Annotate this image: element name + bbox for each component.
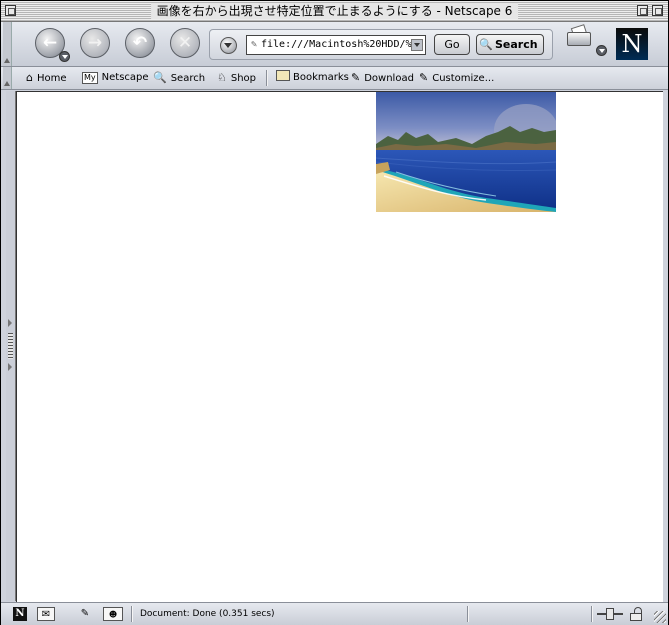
folder-icon — [276, 70, 290, 81]
expand-sidebar-icon[interactable] — [8, 319, 12, 327]
resize-grip-icon[interactable] — [654, 611, 666, 623]
toolbar-item-search[interactable]: 🔍 Search — [153, 70, 205, 86]
toolbar-item-customize[interactable]: ✎ Customize... — [419, 70, 494, 86]
status-separator — [467, 606, 469, 622]
url-bar-group: ✎ file:///Macintosh%20HDD/%9 Go 🔍 Search — [209, 29, 553, 60]
window-title: 画像を右から出現させ特定位置で止まるようにする - Netscape 6 — [150, 3, 519, 19]
search-button[interactable]: 🔍 Search — [476, 34, 544, 55]
search-icon: 🔍 — [153, 71, 167, 84]
personal-toolbar-grip[interactable] — [3, 67, 12, 89]
url-history-dropdown-icon[interactable] — [411, 39, 423, 51]
reload-button[interactable]: ↶ — [125, 28, 155, 58]
back-history-dropdown-icon[interactable] — [59, 51, 70, 62]
forward-arrow-icon: → — [87, 33, 103, 53]
toolbar-grip[interactable] — [3, 22, 12, 66]
back-arrow-icon: ← — [42, 33, 58, 53]
beach-scene — [376, 92, 556, 212]
close-box-icon[interactable] — [5, 5, 16, 16]
aim-icon[interactable]: ☻ — [103, 607, 123, 621]
netscape-n-icon[interactable]: N — [13, 607, 27, 621]
page-content — [16, 91, 663, 602]
go-button[interactable]: Go — [434, 34, 470, 55]
toolbar-item-download-label: Download — [364, 73, 414, 84]
shop-icon: ♘ — [217, 71, 227, 84]
online-status-icon[interactable] — [597, 608, 623, 620]
browser-window: 画像を右から出現させ特定位置で止まるようにする - Netscape 6 ← →… — [0, 0, 669, 625]
magnifier-icon: 🔍 — [479, 38, 493, 51]
printer-icon — [567, 32, 591, 46]
window-right-edge — [663, 91, 668, 601]
bookmark-page-icon: ✎ — [419, 71, 429, 84]
search-button-label: Search — [495, 38, 538, 51]
toolbar-item-netscape-label: Netscape — [101, 72, 149, 83]
toolbar-item-netscape[interactable]: My Netscape — [82, 70, 149, 86]
toolbar-item-bookmarks-label: Bookmarks — [293, 72, 349, 83]
bookmark-page-icon: ✎ — [351, 71, 361, 84]
mail-icon[interactable]: ✉ — [37, 607, 55, 621]
status-separator — [131, 606, 133, 622]
toolbar-item-shop[interactable]: ♘ Shop — [217, 70, 256, 86]
toolbar-item-customize-label: Customize... — [432, 73, 495, 84]
status-text: Document: Done (0.351 secs) — [140, 609, 275, 619]
print-dropdown-icon[interactable] — [596, 45, 607, 56]
zoom-box-icon[interactable] — [637, 5, 648, 16]
url-text: file:///Macintosh%20HDD/%9 — [261, 39, 418, 50]
toolbar-item-shop-label: Shop — [230, 73, 257, 84]
toolbar-item-bookmarks[interactable]: Bookmarks — [276, 70, 349, 86]
stop-button[interactable]: ✕ — [170, 28, 200, 58]
navigation-toolbar: ← → ↶ ✕ ✎ file:///Macintosh%20HDD/%9 Go 🔍… — [1, 22, 668, 67]
status-separator — [591, 606, 593, 622]
reload-icon: ↶ — [132, 33, 148, 53]
netscape-logo[interactable]: N — [616, 28, 648, 60]
url-menu-button[interactable] — [220, 37, 237, 54]
title-bar[interactable]: 画像を右から出現させ特定位置で止まるようにする - Netscape 6 — [1, 1, 668, 22]
beach-image — [376, 92, 556, 212]
forward-button[interactable]: → — [80, 28, 110, 58]
personal-toolbar: ⌂ Home My Netscape 🔍 Search ♘ Shop Bookmarks… — [1, 67, 668, 90]
toolbar-item-download[interactable]: ✎ Download — [351, 70, 414, 86]
toolbar-item-home-label: Home — [36, 73, 67, 84]
sidebar-splitter[interactable] — [6, 91, 16, 601]
toolbar-item-search-label: Search — [170, 73, 206, 84]
my-netscape-icon: My — [82, 72, 98, 84]
page-proxy-icon[interactable]: ✎ — [247, 36, 261, 54]
composer-icon[interactable]: ✎ — [75, 607, 95, 621]
print-button[interactable] — [567, 24, 591, 48]
security-lock-icon[interactable] — [629, 607, 643, 621]
toolbar-item-home[interactable]: ⌂ Home — [26, 70, 67, 86]
status-bar: N ✉ ✎ ☻ Document: Done (0.351 secs) — [1, 602, 668, 625]
splitter-grip-icon[interactable] — [8, 333, 13, 359]
collapse-box-icon[interactable] — [652, 5, 663, 16]
url-input[interactable]: ✎ file:///Macintosh%20HDD/%9 — [246, 35, 426, 55]
stop-icon: ✕ — [177, 33, 193, 53]
home-icon: ⌂ — [26, 71, 33, 84]
expand-sidebar-icon[interactable] — [8, 363, 12, 371]
toolbar-separator — [266, 70, 268, 86]
